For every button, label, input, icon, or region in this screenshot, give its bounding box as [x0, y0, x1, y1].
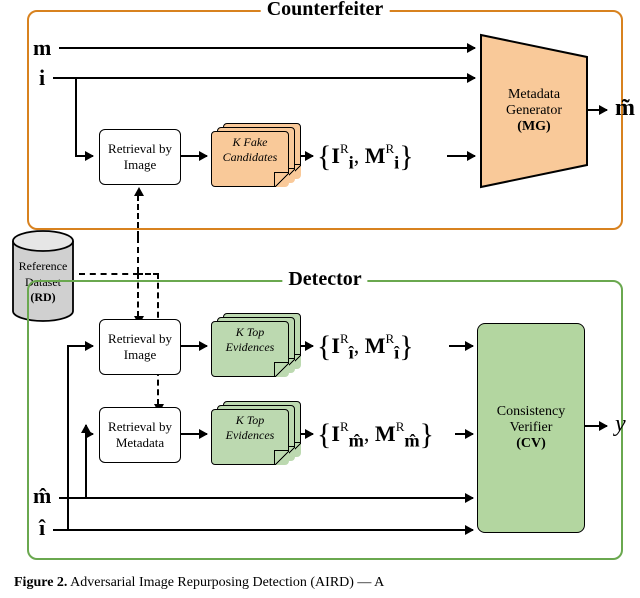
counterfeiter-input-i: i	[39, 65, 45, 91]
set-notation-cf: {IRi, MRi}	[317, 137, 414, 173]
dashed-rd-h-branch	[137, 273, 159, 275]
arrow-cv-out	[585, 425, 607, 427]
retrieval-by-image-cf-label: Retrieval by Image	[106, 141, 174, 173]
figure-caption: Figure 2. Adversarial Image Repurposing …	[14, 575, 384, 591]
dashed-rd-h1	[79, 273, 139, 275]
set-notation-det-meta: {IRm̂, MRm̂}	[317, 415, 434, 451]
retrieval-by-image-det-label: Retrieval by Image	[106, 331, 174, 363]
dashed-rd-to-cf-retrieval	[137, 195, 139, 237]
arrow-i-to-mg	[53, 77, 475, 79]
fake-candidates-label: K Fake Candidates	[215, 135, 285, 165]
counterfeiter-input-m: m	[33, 35, 51, 61]
arrow-mg-out	[587, 109, 607, 111]
arrow-i-to-retrieval	[75, 155, 93, 157]
consistency-verifier: Consistency Verifier (CV)	[477, 323, 585, 533]
line-i-hat-branch	[67, 345, 69, 529]
cv-label: Consistency Verifier (CV)	[489, 404, 573, 452]
arrow-ev-img-to-set	[301, 345, 313, 347]
output-y: y	[615, 411, 626, 438]
arrow-ev-meta-to-set	[301, 433, 313, 435]
arrow-m-hat-to-cv	[59, 497, 473, 499]
arrow-m-to-mg	[59, 47, 475, 49]
retrieval-by-metadata: Retrieval by Metadata	[99, 407, 181, 463]
fake-candidates-stack: K Fake Candidates	[211, 123, 299, 191]
top-evidences-img-label: K Top Evidences	[215, 325, 285, 355]
set-notation-det-img: {IRî, MRî}	[317, 327, 414, 363]
arrow-candidates-to-set	[301, 155, 313, 157]
arrow-set-img-to-cv	[449, 345, 473, 347]
arrow-set-to-mg	[447, 155, 475, 157]
arrow-i-hat-to-cv	[53, 529, 473, 531]
top-evidences-meta: K Top Evidences	[211, 401, 299, 469]
retrieval-by-metadata-label: Retrieval by Metadata	[106, 419, 174, 451]
arrow-set-meta-to-cv	[455, 433, 473, 435]
counterfeiter-title: Counterfeiter	[261, 0, 390, 21]
top-evidences-img: K Top Evidences	[211, 313, 299, 381]
retrieval-by-image-cf: Retrieval by Image	[99, 129, 181, 185]
arrow-retrieval-to-candidates	[181, 155, 207, 157]
detector-input-m-hat: m̂	[33, 483, 51, 509]
metadata-generator: Metadata Generator (MG)	[479, 33, 589, 189]
retrieval-by-image-det: Retrieval by Image	[99, 319, 181, 375]
detector-title: Detector	[282, 268, 367, 291]
top-evidences-meta-label: K Top Evidences	[215, 413, 285, 443]
line-i-branch-down	[75, 77, 77, 157]
dashed-rd-v-up	[137, 237, 139, 273]
mg-label: Metadata Generator (MG)	[498, 87, 570, 135]
arrow-det-img-to-ev	[181, 345, 207, 347]
output-m-tilde: m̃	[615, 95, 635, 122]
arrow-i-hat-to-retrieval-img	[67, 345, 93, 347]
detector-input-i-hat: î	[39, 515, 45, 541]
arrow-det-meta-to-ev	[181, 433, 207, 435]
